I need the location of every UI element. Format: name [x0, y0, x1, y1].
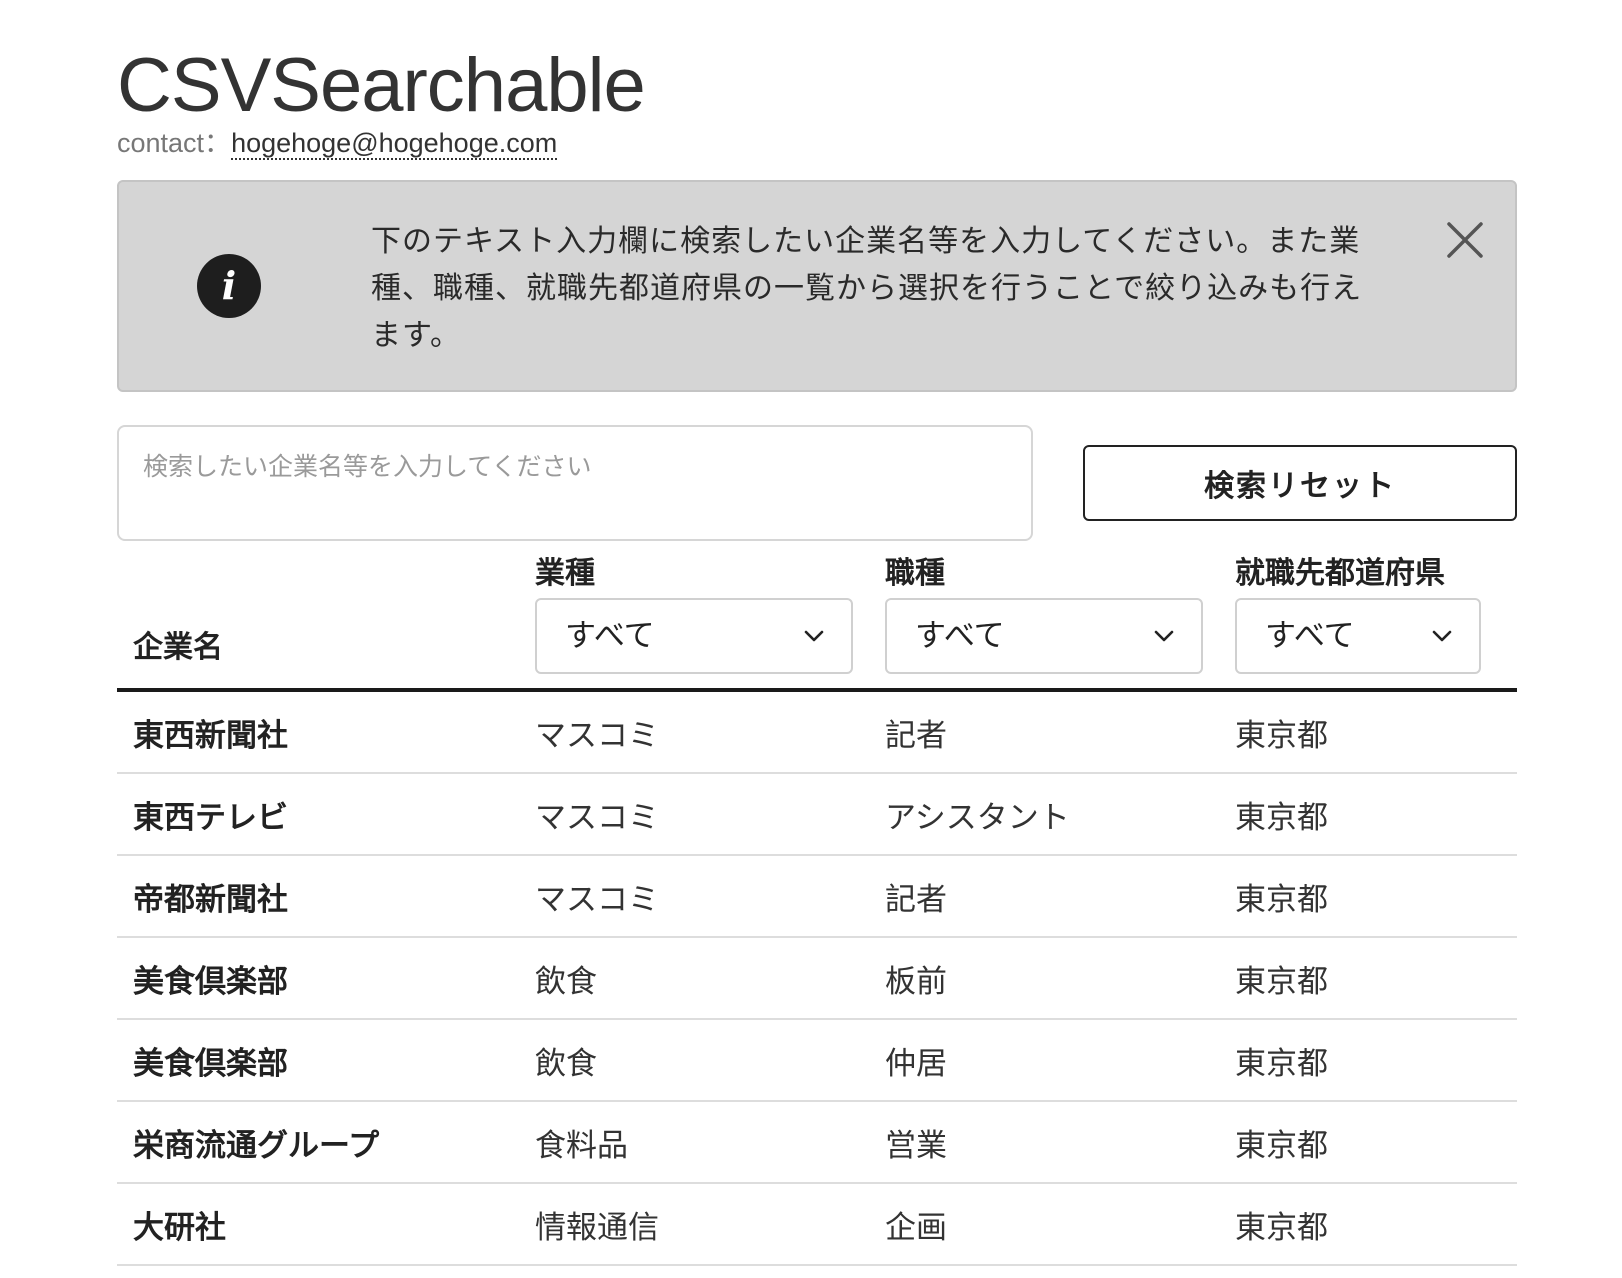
industry-cell: マスコミ: [535, 690, 885, 774]
industry-cell: マスコミ: [535, 855, 885, 938]
table-row: 帝都新聞社 マスコミ 記者 東京都: [117, 855, 1517, 938]
contact-email-link[interactable]: hogehoge@hogehoge.com: [231, 128, 558, 160]
table-row: 美食倶楽部 飲食 仲居 東京都: [117, 1019, 1517, 1102]
company-cell: 美食倶楽部: [117, 937, 535, 1020]
info-alert: i 下のテキスト入力欄に検索したい企業名等を入力してください。また業種、職種、就…: [117, 180, 1517, 392]
column-label-prefecture: 就職先都道府県: [1235, 556, 1445, 591]
info-icon: i: [197, 254, 261, 318]
page: CSVSearchable contact：hogehoge@hogehoge.…: [117, 0, 1517, 1266]
company-cell: 大研社: [117, 1183, 535, 1266]
occupation-cell: アシスタント: [885, 773, 1235, 856]
industry-cell: 情報通信: [535, 1183, 885, 1266]
table-header-row: 企業名 業種 すべて 職種 すべて 就職先都道府県 すべて: [117, 556, 1517, 692]
contact-label: contact：: [117, 128, 232, 158]
prefecture-cell: 東京都: [1235, 1101, 1517, 1184]
table-row: 栄商流通グループ 食料品 営業 東京都: [117, 1101, 1517, 1184]
alert-message: 下のテキスト入力欄に検索したい企業名等を入力してください。また業種、職種、就職先…: [371, 224, 1363, 353]
company-cell: 東西テレビ: [117, 773, 535, 856]
occupation-cell: 板前: [885, 937, 1235, 1020]
close-icon[interactable]: [1445, 220, 1485, 260]
occupation-cell: 営業: [885, 1101, 1235, 1184]
prefecture-cell: 東京都: [1235, 1183, 1517, 1266]
occupation-filter-select[interactable]: すべて: [885, 598, 1203, 674]
chevron-down-icon: [1432, 630, 1452, 642]
prefecture-cell: 東京都: [1235, 937, 1517, 1020]
table-row: 東西テレビ マスコミ アシスタント 東京都: [117, 773, 1517, 856]
table-row: 東西新聞社 マスコミ 記者 東京都: [117, 690, 1517, 774]
prefecture-filter-value: すべて: [1265, 618, 1355, 654]
search-input[interactable]: [117, 425, 1033, 541]
results-table: 企業名 業種 すべて 職種 すべて 就職先都道府県 すべて 東西新聞社 マスコミ…: [117, 556, 1517, 1266]
prefecture-cell: 東京都: [1235, 1019, 1517, 1102]
occupation-cell: 記者: [885, 690, 1235, 774]
industry-cell: 食料品: [535, 1101, 885, 1184]
column-header-company: 企業名: [117, 556, 535, 692]
column-header-occupation: 職種 すべて: [885, 556, 1235, 692]
chevron-down-icon: [1154, 630, 1174, 642]
occupation-cell: 仲居: [885, 1019, 1235, 1102]
contact-line: contact：hogehoge@hogehoge.com: [117, 126, 1517, 160]
prefecture-cell: 東京都: [1235, 690, 1517, 774]
occupation-filter-value: すべて: [915, 618, 1005, 654]
column-label-company: 企業名: [133, 630, 223, 665]
column-header-prefecture: 就職先都道府県 すべて: [1235, 556, 1517, 692]
company-cell: 美食倶楽部: [117, 1019, 535, 1102]
occupation-cell: 企画: [885, 1183, 1235, 1266]
column-label-occupation: 職種: [885, 556, 945, 591]
column-label-industry: 業種: [535, 556, 595, 591]
company-cell: 帝都新聞社: [117, 855, 535, 938]
search-reset-button[interactable]: 検索リセット: [1083, 445, 1517, 521]
industry-cell: 飲食: [535, 1019, 885, 1102]
app-title: CSVSearchable: [117, 43, 646, 128]
industry-filter-value: すべて: [565, 618, 655, 654]
company-cell: 栄商流通グループ: [117, 1101, 535, 1184]
industry-filter-select[interactable]: すべて: [535, 598, 853, 674]
column-header-industry: 業種 すべて: [535, 556, 885, 692]
table-row: 大研社 情報通信 企画 東京都: [117, 1183, 1517, 1266]
prefecture-cell: 東京都: [1235, 773, 1517, 856]
company-cell: 東西新聞社: [117, 690, 535, 774]
industry-cell: マスコミ: [535, 773, 885, 856]
industry-cell: 飲食: [535, 937, 885, 1020]
prefecture-filter-select[interactable]: すべて: [1235, 598, 1481, 674]
prefecture-cell: 東京都: [1235, 855, 1517, 938]
table-row: 美食倶楽部 飲食 板前 東京都: [117, 937, 1517, 1020]
chevron-down-icon: [804, 630, 824, 642]
occupation-cell: 記者: [885, 855, 1235, 938]
